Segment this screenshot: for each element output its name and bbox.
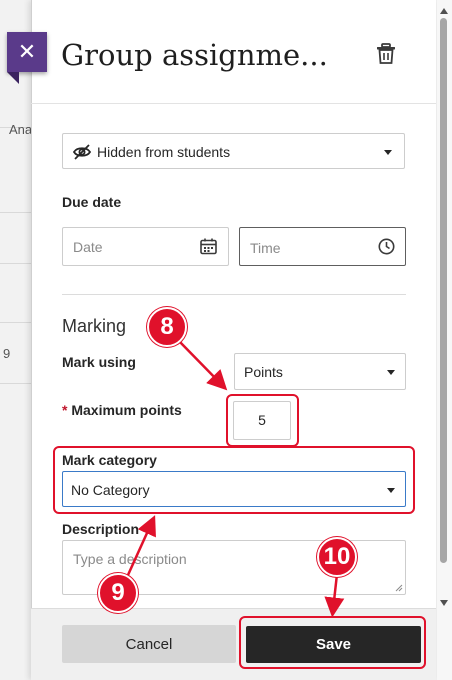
annotation-badge-9: 9: [98, 573, 138, 613]
background-divider: [0, 212, 32, 213]
scrollbar-thumb[interactable]: [440, 18, 447, 563]
visibility-select[interactable]: Hidden from students: [62, 133, 405, 169]
cancel-button[interactable]: Cancel: [62, 625, 236, 663]
background-divider: [0, 263, 32, 264]
background-cell-value: 9: [3, 346, 11, 361]
required-indicator: *: [62, 402, 68, 418]
section-divider: [62, 294, 406, 295]
annotation-badge-8: 8: [147, 307, 187, 347]
date-placeholder: Date: [73, 239, 103, 255]
highlight-save-button: [239, 616, 426, 669]
marking-section-title: Marking: [62, 316, 127, 336]
chevron-down-icon: [384, 150, 392, 155]
description-label: Description: [62, 521, 140, 537]
eye-slash-icon: [72, 144, 92, 160]
description-placeholder: Type a description: [73, 551, 187, 567]
resize-grip-icon[interactable]: [395, 584, 403, 592]
date-input[interactable]: Date: [62, 227, 229, 266]
mark-using-label: Mark using: [62, 354, 136, 370]
annotation-badge-10: 10: [317, 537, 357, 577]
background-column-header: Ana: [9, 122, 33, 137]
time-input[interactable]: Time: [239, 227, 406, 266]
scroll-down-arrow[interactable]: [440, 600, 448, 606]
scroll-up-arrow[interactable]: [440, 8, 448, 14]
highlight-mark-category: [53, 446, 415, 514]
panel-title: Group assignme...: [61, 38, 328, 72]
maximum-points-label-text: Maximum points: [71, 402, 182, 418]
calendar-icon[interactable]: [200, 238, 217, 255]
mark-using-select[interactable]: Points: [234, 353, 406, 390]
background-divider: [0, 322, 32, 323]
header-divider: [31, 103, 436, 104]
chevron-down-icon: [387, 370, 395, 375]
close-button[interactable]: ✕: [7, 32, 47, 84]
maximum-points-label: * Maximum points: [62, 402, 182, 418]
visibility-value: Hidden from students: [97, 144, 231, 160]
highlight-maximum-points: [226, 394, 299, 447]
due-date-label: Due date: [62, 194, 122, 210]
time-placeholder: Time: [250, 240, 281, 256]
mark-using-value: Points: [244, 364, 283, 380]
background-divider: [0, 383, 32, 384]
trash-icon[interactable]: [376, 43, 396, 65]
close-icon: ✕: [17, 39, 37, 64]
clock-icon[interactable]: [378, 238, 395, 255]
